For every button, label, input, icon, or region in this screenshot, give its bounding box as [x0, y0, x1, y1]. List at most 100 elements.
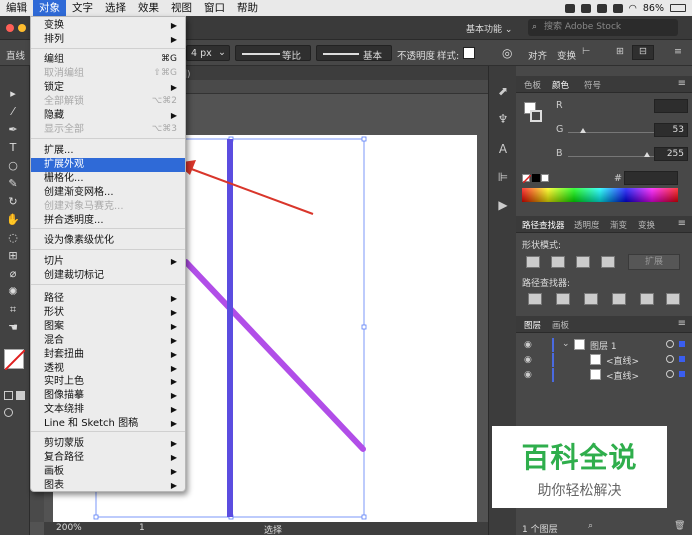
crop-button[interactable] [612, 293, 626, 305]
menu-item[interactable]: 透视 ▶ [31, 362, 185, 376]
outline-button[interactable] [640, 293, 654, 305]
menu-item[interactable]: 创建渐变网格... [31, 186, 185, 200]
hex-input[interactable] [624, 171, 678, 185]
menu-item[interactable]: 形状 ▶ [31, 306, 185, 320]
menu-item[interactable]: 画板 ▶ [31, 465, 185, 479]
menu-item[interactable]: 图像描摹 ▶ [31, 389, 185, 403]
visibility-eye-icon[interactable]: ◉ [524, 370, 532, 380]
layer-selection-indicator[interactable] [679, 341, 685, 347]
none-swatch[interactable] [522, 174, 531, 183]
menu-item[interactable]: 隐藏 ▶ [31, 109, 185, 123]
menu-item[interactable]: 设为像素级优化 [31, 234, 185, 248]
status-bar: 200% 1 选择 [44, 522, 488, 535]
menu-item[interactable]: 扩展外观 [31, 158, 185, 172]
menu-item[interactable]: 取消编组 ⇧⌘G [31, 67, 185, 81]
status-selection-label[interactable]: 选择 [264, 523, 282, 535]
tab-symbols[interactable]: 符号 [584, 79, 601, 91]
menu-item[interactable]: 文本绕排 ▶ [31, 403, 185, 417]
tab-swatches[interactable]: 色板 [524, 79, 541, 91]
menu-item[interactable]: 剪切蒙版 ▶ [31, 437, 185, 451]
play-icon[interactable]: ▶ [496, 198, 510, 212]
menu-item-label: 剪切蒙版 [44, 438, 84, 449]
menu-item[interactable]: 显示全部 ⌥⌘3 [31, 123, 185, 137]
sublayer-row[interactable]: ◉ <直线> [516, 353, 692, 367]
visibility-eye-icon[interactable]: ◉ [524, 340, 532, 350]
submenu-arrow-icon: ▶ [170, 83, 177, 92]
layer-name[interactable]: 图层 1 [590, 339, 617, 352]
character-icon[interactable]: A [496, 142, 510, 156]
b-slider-thumb[interactable] [644, 152, 650, 157]
menu-item[interactable]: 扩展... [31, 144, 185, 158]
sublayer-row[interactable]: ◉ <直线> [516, 368, 692, 382]
sublayer-name[interactable]: <直线> [606, 369, 639, 382]
r-channel-input[interactable] [654, 99, 688, 113]
menu-item[interactable]: 实时上色 ▶ [31, 375, 185, 389]
g-slider-thumb[interactable] [580, 128, 586, 133]
sublayer-selection-indicator[interactable] [679, 371, 685, 377]
menu-item-label: 锁定 [44, 82, 64, 93]
merge-button[interactable] [584, 293, 598, 305]
tab-artboards[interactable]: 画板 [552, 319, 569, 331]
pathfinder-expand-button[interactable]: 扩展 [628, 254, 680, 270]
layer-target-icon[interactable] [666, 340, 674, 348]
tab-color[interactable]: 颜色 [552, 79, 569, 91]
intersect-button[interactable] [576, 256, 590, 268]
export-icon[interactable]: ⬈ [496, 84, 510, 98]
menu-item[interactable]: 变换 ▶ [31, 19, 185, 33]
stroke-color-chip[interactable] [530, 110, 542, 122]
menu-item[interactable]: 全部解锁 ⌥⌘2 [31, 95, 185, 109]
tab-transparency[interactable]: 透明度 [574, 219, 600, 231]
sublayer-target-icon[interactable] [666, 355, 674, 363]
menu-item[interactable]: 复合路径 ▶ [31, 451, 185, 465]
zoom-level[interactable]: 200% [56, 523, 82, 533]
tab-layers[interactable]: 图层 [524, 319, 541, 331]
align-panel-icon[interactable]: ⊫ [496, 170, 510, 184]
bbox-handle [93, 514, 99, 520]
unite-button[interactable] [526, 256, 540, 268]
menu-item[interactable]: 栅格化... [31, 172, 185, 186]
white-swatch[interactable] [541, 174, 549, 182]
menu-item[interactable]: 排列 ▶ [31, 33, 185, 47]
pathfinder-panel-menu-icon[interactable]: ≡ [678, 218, 686, 229]
tab-transform[interactable]: 变换 [638, 219, 655, 231]
color-panel-menu-icon[interactable]: ≡ [678, 78, 686, 89]
menu-item[interactable]: 编组 ⌘G [31, 53, 185, 67]
menu-item[interactable]: 拼合透明度... [31, 214, 185, 228]
trim-button[interactable] [556, 293, 570, 305]
visibility-eye-icon[interactable]: ◉ [524, 355, 532, 365]
divide-button[interactable] [528, 293, 542, 305]
g-channel-input[interactable]: 53 [654, 123, 688, 137]
submenu-arrow-icon: ▶ [170, 336, 177, 345]
menu-item[interactable]: 图案 ▶ [31, 320, 185, 334]
menu-item[interactable]: 路径 ▶ [31, 292, 185, 306]
menu-item-label: 全部解锁 [44, 96, 84, 107]
minus-back-button[interactable] [666, 293, 680, 305]
delete-layer-icon[interactable]: 🗑 [674, 521, 685, 531]
menu-item[interactable]: 切片 ▶ [31, 255, 185, 269]
layers-panel-menu-icon[interactable]: ≡ [678, 318, 686, 329]
menu-item[interactable]: 图表 ▶ [31, 479, 185, 493]
sublayer-target-icon[interactable] [666, 370, 674, 378]
menu-item[interactable]: 创建裁切标记 [31, 269, 185, 283]
artboard-number[interactable]: 1 [139, 523, 145, 533]
tab-gradient[interactable]: 渐变 [610, 219, 627, 231]
exclude-button[interactable] [601, 256, 615, 268]
menu-item[interactable]: 锁定 ▶ [31, 81, 185, 95]
search-icon[interactable]: ⌕ [588, 521, 593, 531]
sublayer-name[interactable]: <直线> [606, 354, 639, 367]
expand-chevron-icon[interactable]: ⌄ [562, 339, 570, 349]
tab-pathfinder[interactable]: 路径查找器 [522, 219, 565, 231]
menu-item[interactable]: 创建对象马赛克... [31, 200, 185, 214]
g-channel-label: G [556, 124, 564, 135]
menu-item[interactable]: 封套扭曲 ▶ [31, 348, 185, 362]
submenu-arrow-icon: ▶ [170, 111, 177, 120]
b-channel-input[interactable]: 255 [654, 147, 688, 161]
sublayer-selection-indicator[interactable] [679, 356, 685, 362]
menu-item[interactable]: 混合 ▶ [31, 334, 185, 348]
puppet-icon[interactable]: ♆ [496, 112, 510, 126]
minus-front-button[interactable] [551, 256, 565, 268]
pathfinders-label: 路径查找器: [522, 279, 571, 289]
black-swatch[interactable] [532, 174, 540, 182]
menu-item[interactable]: Line 和 Sketch 图稿 ▶ [31, 417, 185, 431]
layer-row[interactable]: ◉ ⌄ 图层 1 [516, 338, 692, 352]
